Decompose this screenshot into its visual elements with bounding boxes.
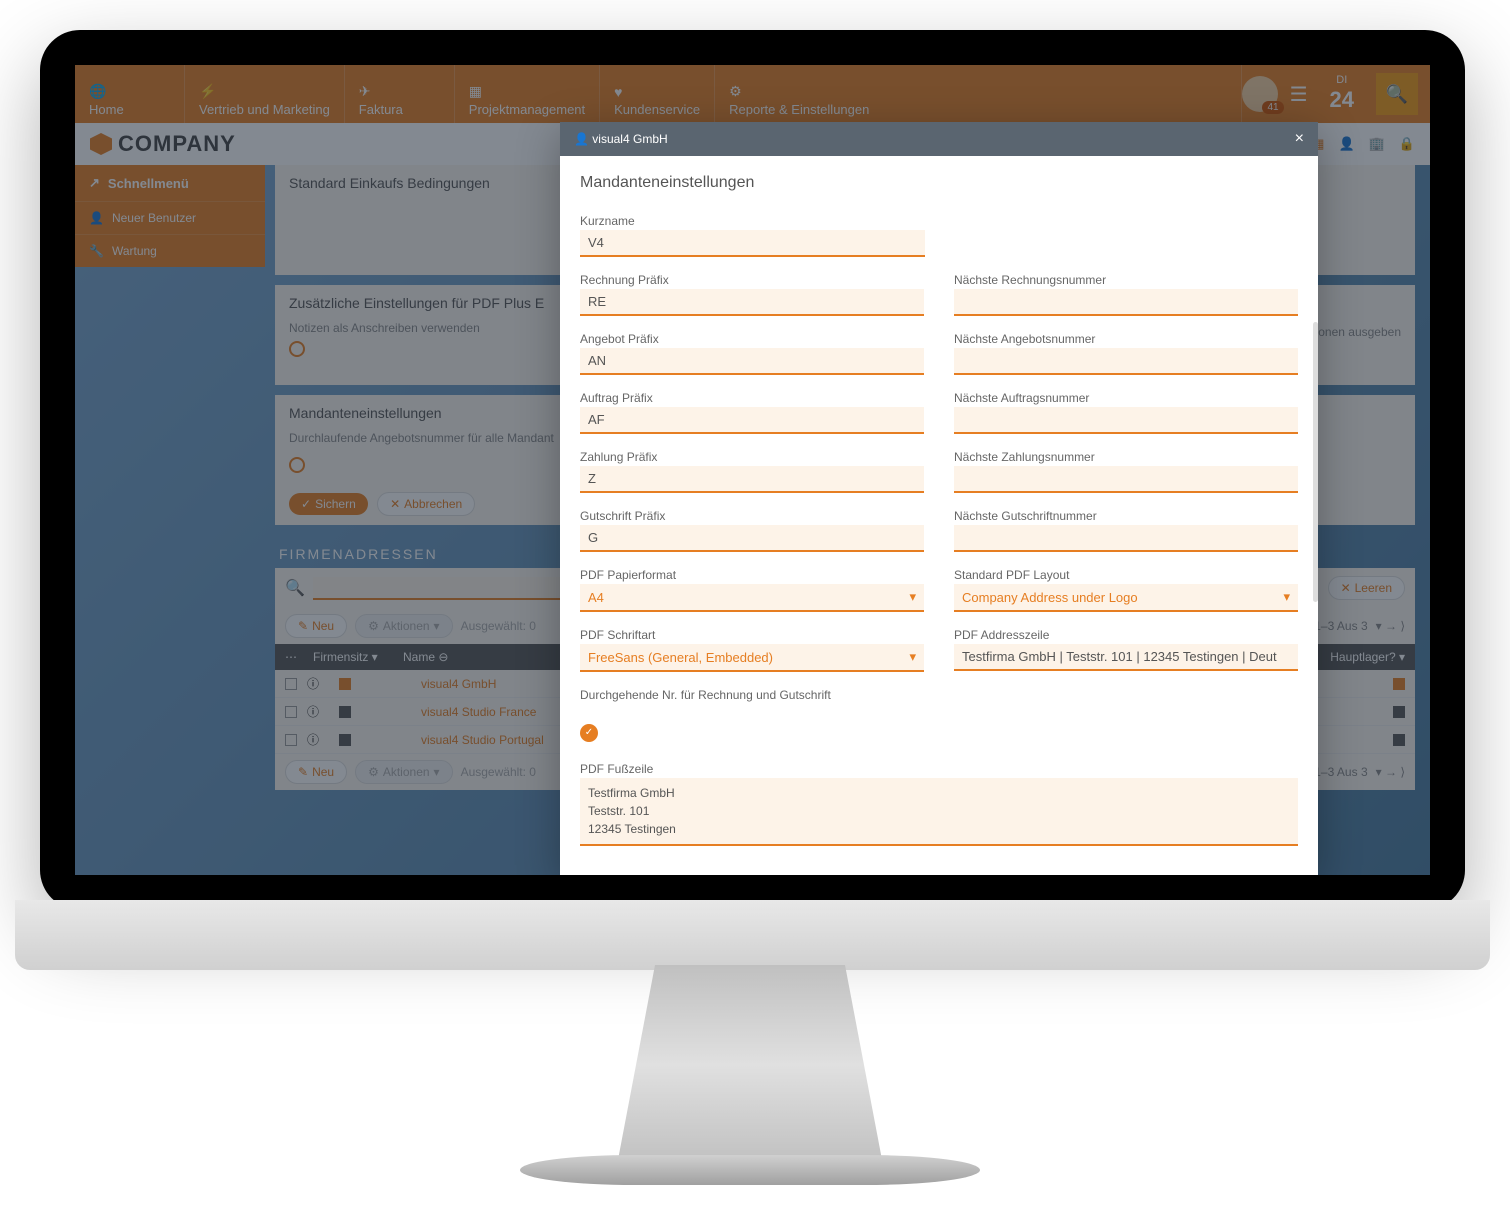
auftrag-next-input[interactable] xyxy=(954,407,1298,434)
gutschrift-next-label: Nächste Gutschriftnummer xyxy=(954,509,1298,523)
pdf-font-label: PDF Schriftart xyxy=(580,628,924,642)
gutschrift-prefix-label: Gutschrift Präfix xyxy=(580,509,924,523)
durchgehende-toggle[interactable]: ✓ xyxy=(580,724,598,742)
zahlung-next-input[interactable] xyxy=(954,466,1298,493)
pdf-font-select[interactable]: FreeSans (General, Embedded)▾ xyxy=(580,644,924,672)
close-icon[interactable]: × xyxy=(1295,130,1304,148)
rechnung-next-label: Nächste Rechnungsnummer xyxy=(954,273,1298,287)
pdf-addr-input[interactable] xyxy=(954,644,1298,671)
rechnung-next-input[interactable] xyxy=(954,289,1298,316)
monitor-stand xyxy=(560,965,940,1165)
chevron-down-icon: ▾ xyxy=(909,589,916,605)
monitor-base xyxy=(520,1155,980,1185)
kurzname-input[interactable] xyxy=(580,230,925,257)
modal-title: Mandanteneinstellungen xyxy=(580,174,1298,192)
monitor-chin xyxy=(15,900,1490,970)
pdf-foot-textarea[interactable]: Testfirma GmbH Teststr. 101 12345 Testin… xyxy=(580,778,1298,846)
rechnung-prefix-input[interactable] xyxy=(580,289,924,316)
gutschrift-prefix-input[interactable] xyxy=(580,525,924,552)
angebot-next-label: Nächste Angebotsnummer xyxy=(954,332,1298,346)
angebot-prefix-input[interactable] xyxy=(580,348,924,375)
durchgehende-label: Durchgehende Nr. für Rechnung und Gutsch… xyxy=(580,688,1298,702)
pdf-addr-label: PDF Addresszeile xyxy=(954,628,1298,642)
zahlung-next-label: Nächste Zahlungsnummer xyxy=(954,450,1298,464)
auftrag-prefix-label: Auftrag Präfix xyxy=(580,391,924,405)
chevron-down-icon: ▾ xyxy=(1283,589,1290,605)
pdf-layout-select[interactable]: Company Address under Logo▾ xyxy=(954,584,1298,612)
pdf-foot-label: PDF Fußzeile xyxy=(580,762,1298,776)
zahlung-prefix-label: Zahlung Präfix xyxy=(580,450,924,464)
pdf-format-label: PDF Papierformat xyxy=(580,568,924,582)
auftrag-next-label: Nächste Auftragsnummer xyxy=(954,391,1298,405)
angebot-prefix-label: Angebot Präfix xyxy=(580,332,924,346)
zahlung-prefix-input[interactable] xyxy=(580,466,924,493)
modal-header: 👤 visual4 GmbH × xyxy=(560,122,1318,156)
rechnung-prefix-label: Rechnung Präfix xyxy=(580,273,924,287)
pdf-format-select[interactable]: A4▾ xyxy=(580,584,924,612)
scrollbar[interactable] xyxy=(1313,322,1318,602)
gutschrift-next-input[interactable] xyxy=(954,525,1298,552)
pdf-layout-label: Standard PDF Layout xyxy=(954,568,1298,582)
user-icon: 👤 xyxy=(574,132,589,146)
angebot-next-input[interactable] xyxy=(954,348,1298,375)
auftrag-prefix-input[interactable] xyxy=(580,407,924,434)
chevron-down-icon: ▾ xyxy=(909,649,916,665)
kurzname-label: Kurzname xyxy=(580,214,925,228)
mandant-modal: 👤 visual4 GmbH × Mandanteneinstellungen … xyxy=(560,122,1318,875)
